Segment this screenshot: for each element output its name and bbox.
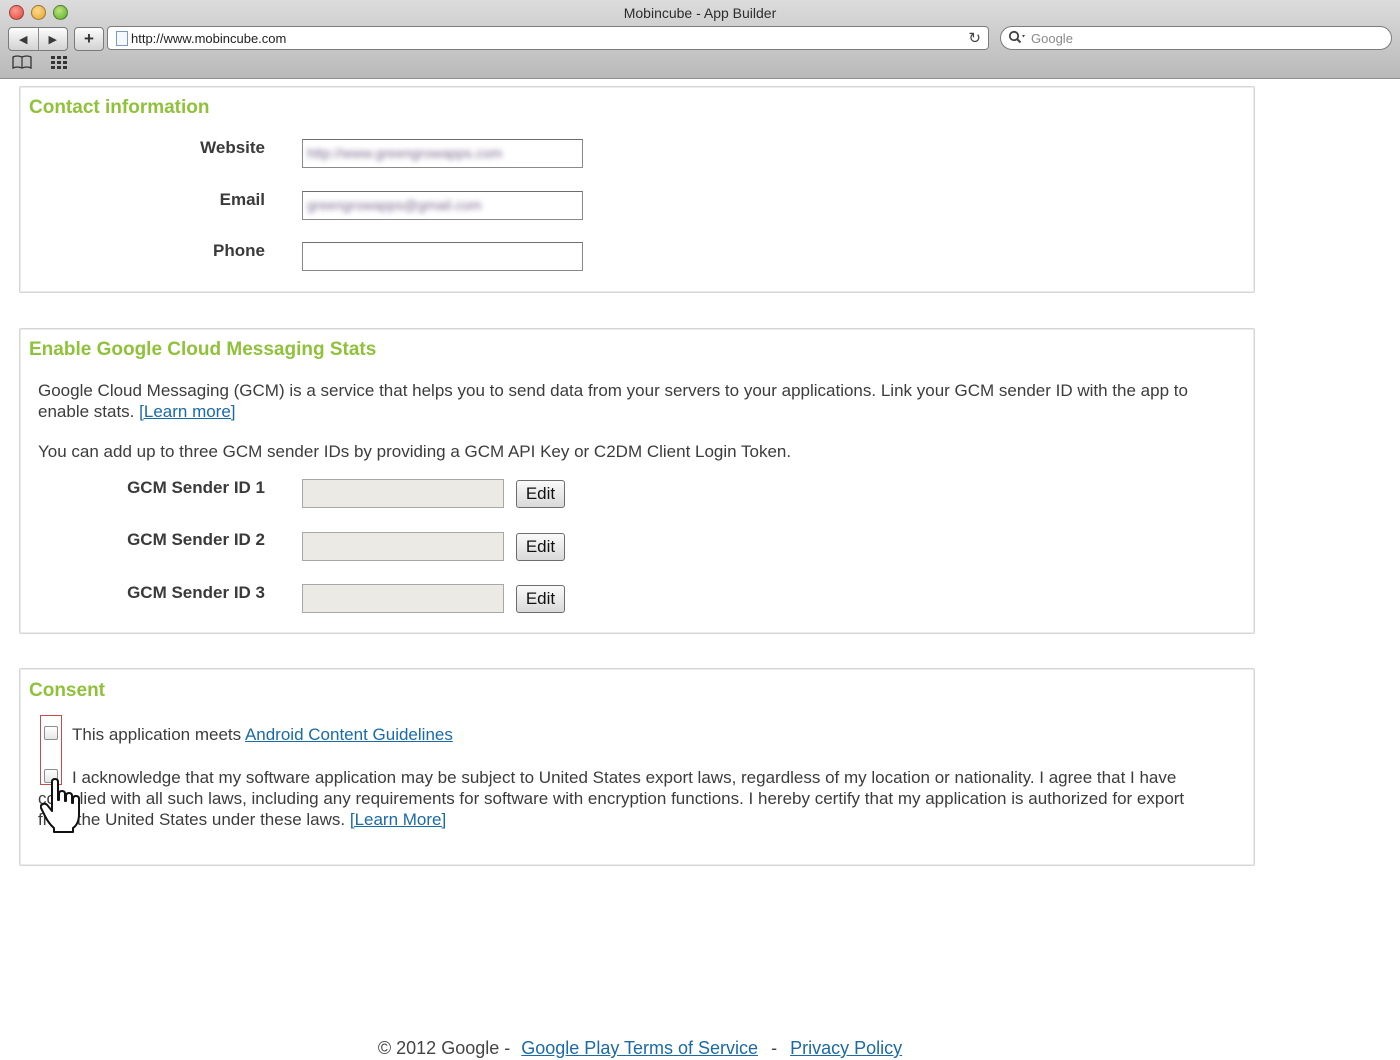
history-nav: ◀ ▶ [8, 27, 68, 51]
back-button[interactable]: ◀ [9, 28, 39, 50]
export-learn-more-link[interactable]: [Learn More] [350, 810, 446, 829]
gcm-stats-panel: Enable Google Cloud Messaging Stats Goog… [19, 328, 1255, 634]
email-field[interactable]: greengrowapps@gmail.com [302, 191, 583, 220]
terms-of-service-link[interactable]: Google Play Terms of Service [521, 1038, 758, 1058]
window-title: Mobincube - App Builder [623, 5, 777, 21]
reload-icon[interactable]: ↻ [968, 29, 981, 47]
consent-panel: Consent This application meets Android C… [19, 668, 1255, 866]
section-title: Contact information [29, 97, 210, 118]
gcm-sender-3-field [302, 584, 504, 613]
plus-icon: + [84, 29, 94, 48]
gcm-sender-1-label: GCM Sender ID 1 [127, 478, 265, 497]
page-footer: © 2012 Google - Google Play Terms of Ser… [0, 1038, 1280, 1059]
learn-more-link[interactable]: [Learn more] [139, 402, 235, 421]
copyright-text: © 2012 Google - [377, 1038, 511, 1058]
hand-cursor-icon [40, 778, 80, 833]
website-label: Website [200, 138, 265, 157]
section-title: Enable Google Cloud Messaging Stats [29, 339, 377, 360]
forward-button[interactable]: ▶ [39, 28, 68, 50]
content-guidelines-text: This application meets [72, 725, 242, 744]
privacy-policy-link[interactable]: Privacy Policy [790, 1038, 902, 1058]
gcm-description: Google Cloud Messaging (GCM) is a servic… [38, 380, 1218, 422]
website-value: http://www.greengrowapps.com [307, 145, 503, 161]
export-laws-text: I acknowledge that my software applicati… [38, 768, 1185, 829]
browser-toolbar: Mobincube - App Builder ◀ ▶ + http://www… [0, 0, 1400, 79]
gcm-sender-1-field [302, 479, 504, 508]
back-arrow-icon: ◀ [19, 33, 28, 46]
bookmarks-bar [12, 55, 68, 69]
gcm-sender-2-edit-button[interactable]: Edit [516, 533, 565, 561]
email-label: Email [219, 190, 265, 209]
contact-information-panel: Contact information Website http://www.g… [19, 86, 1255, 293]
phone-label: Phone [213, 241, 265, 260]
search-placeholder: Google [1031, 31, 1073, 46]
forward-arrow-icon: ▶ [48, 33, 57, 46]
search-input[interactable]: Google [1000, 26, 1392, 50]
content-guidelines-statement: This application meets Android Content G… [72, 724, 1222, 745]
android-content-guidelines-link[interactable]: Android Content Guidelines [245, 725, 453, 744]
gcm-sender-3-edit-button[interactable]: Edit [516, 585, 565, 613]
search-icon [1008, 30, 1025, 44]
content-guidelines-checkbox[interactable] [44, 726, 58, 740]
address-bar[interactable]: http://www.mobincube.com ↻ [107, 26, 989, 50]
gcm-sender-2-field [302, 532, 504, 561]
gcm-sender-3-label: GCM Sender ID 3 [127, 583, 265, 602]
gcm-sender-2-label: GCM Sender ID 2 [127, 530, 265, 549]
email-value: greengrowapps@gmail.com [307, 197, 482, 213]
add-bookmark-button[interactable]: + [74, 27, 104, 51]
phone-field[interactable] [302, 242, 583, 271]
website-field[interactable]: http://www.greengrowapps.com [302, 139, 583, 168]
top-sites-grid-icon[interactable] [50, 55, 68, 69]
export-laws-statement: I acknowledge that my software applicati… [38, 767, 1208, 830]
url-text: http://www.mobincube.com [131, 31, 287, 46]
bookmarks-icon[interactable] [12, 55, 32, 69]
footer-separator: - [771, 1038, 778, 1058]
page-icon [116, 31, 128, 46]
gcm-sender-1-edit-button[interactable]: Edit [516, 480, 565, 508]
section-title: Consent [29, 680, 105, 701]
gcm-limit-note: You can add up to three GCM sender IDs b… [38, 442, 792, 461]
